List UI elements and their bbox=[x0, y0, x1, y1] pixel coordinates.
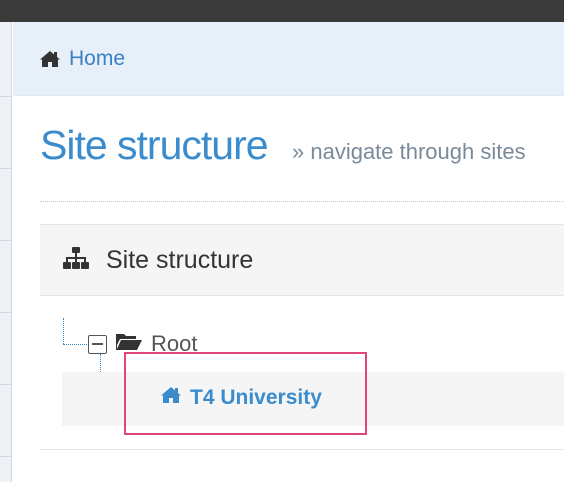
sidebar-divider bbox=[0, 240, 12, 241]
top-bar bbox=[0, 0, 564, 22]
page-title: Site structure bbox=[40, 122, 269, 168]
home-icon bbox=[39, 50, 61, 68]
page-header: Site structure » navigate through sites bbox=[40, 122, 564, 202]
panel-header: Site structure bbox=[40, 224, 564, 296]
tree-connector bbox=[63, 318, 64, 344]
sitemap-icon bbox=[62, 246, 90, 275]
sidebar-divider bbox=[0, 168, 12, 169]
sidebar-divider bbox=[0, 312, 12, 313]
breadcrumb: Home bbox=[13, 22, 564, 96]
left-sidebar-strip bbox=[0, 22, 12, 482]
panel-title: Site structure bbox=[106, 245, 254, 274]
sidebar-divider bbox=[0, 456, 12, 457]
sidebar-divider bbox=[0, 384, 12, 385]
collapse-icon[interactable] bbox=[88, 334, 107, 354]
highlight-box bbox=[124, 352, 367, 435]
breadcrumb-home-link[interactable]: Home bbox=[39, 47, 125, 71]
page-subtitle: » navigate through sites bbox=[292, 139, 526, 164]
sidebar-divider bbox=[0, 96, 12, 97]
breadcrumb-home-label: Home bbox=[69, 46, 126, 70]
tree-connector bbox=[63, 344, 89, 345]
